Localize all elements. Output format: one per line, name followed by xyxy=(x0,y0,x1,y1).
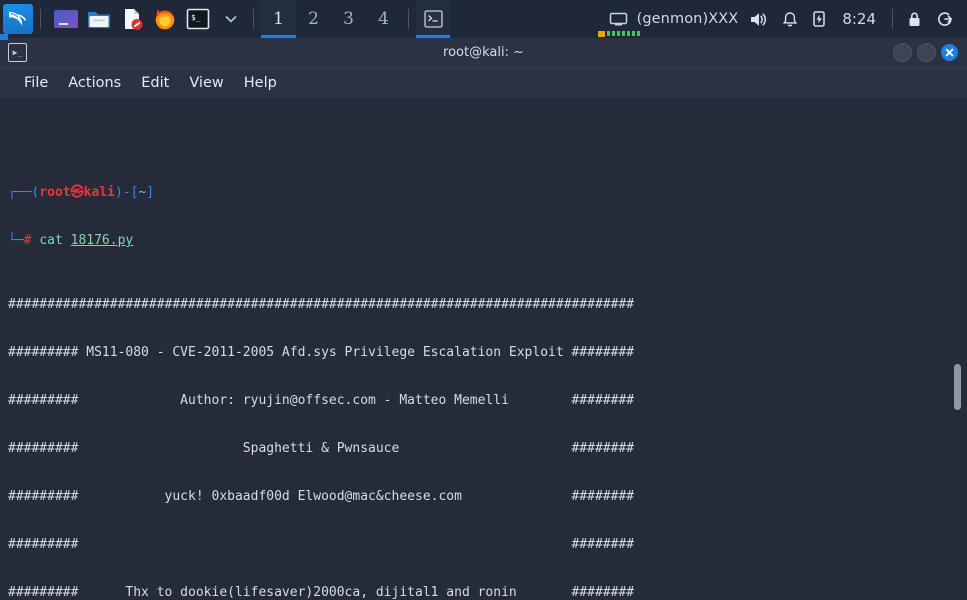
workspace-label: 2 xyxy=(308,9,319,29)
desktop-screen: $_ 1 2 3 4 (genmon)XXX 8:24 ▶_ root@kali… xyxy=(0,0,967,600)
taskbar-window-button-terminal[interactable] xyxy=(416,0,450,38)
panel-separator-2 xyxy=(253,9,254,29)
kali-menu-icon[interactable] xyxy=(3,4,33,34)
prompt-host: kali xyxy=(83,185,115,200)
window-controls xyxy=(893,43,967,62)
firefox-icon[interactable] xyxy=(150,4,180,34)
maximize-button[interactable] xyxy=(917,43,936,62)
banner-line: ######### Spaghetti & Pwnsauce ######## xyxy=(8,441,635,456)
menu-view[interactable]: View xyxy=(179,68,233,98)
menu-file[interactable]: File xyxy=(14,68,58,98)
banner-line: ########################################… xyxy=(8,297,635,312)
menu-actions[interactable]: Actions xyxy=(58,68,131,98)
terminal-emulator-icon[interactable] xyxy=(51,4,81,34)
panel-separator-3 xyxy=(408,9,409,29)
window-title: root@kali: ~ xyxy=(443,45,524,60)
clock[interactable]: 8:24 xyxy=(833,10,885,28)
panel-edge-indicator xyxy=(0,34,8,40)
panel-separator-1 xyxy=(40,9,41,29)
genmon-label[interactable]: (genmon)XXX xyxy=(635,11,743,27)
prompt-line-2: └─# cat 18176.py xyxy=(8,233,949,249)
prompt-corner: ┌── xyxy=(8,185,32,200)
terminal-text: ┌──(root㉿kali)-[~] └─# cat 18176.py ####… xyxy=(8,105,949,600)
minimize-button[interactable] xyxy=(893,43,912,62)
volume-icon[interactable] xyxy=(742,0,775,38)
banner-line: ######### MS11-080 - CVE-2011-2005 Afd.s… xyxy=(8,345,635,360)
workspace-label: 1 xyxy=(273,9,284,29)
close-icon xyxy=(945,48,954,57)
command-arg: 18176.py xyxy=(70,233,134,248)
file-manager-icon[interactable] xyxy=(84,4,114,34)
workspace-button-2[interactable]: 2 xyxy=(296,0,331,38)
prompt-corner-2: └─ xyxy=(8,233,24,248)
banner-line: ######### ######## xyxy=(8,537,635,552)
bell-icon[interactable] xyxy=(775,0,805,38)
chevron-down-icon[interactable] xyxy=(216,4,246,34)
command-name: cat xyxy=(39,233,63,248)
prompt-bracket-close: ] xyxy=(146,185,155,200)
workspace-button-3[interactable]: 3 xyxy=(331,0,366,38)
top-panel: $_ 1 2 3 4 (genmon)XXX 8:24 xyxy=(0,0,967,38)
lock-icon[interactable] xyxy=(900,0,929,38)
logout-icon[interactable] xyxy=(929,0,961,38)
banner-line: ######### yuck! 0xbaadf00d Elwood@mac&ch… xyxy=(8,489,635,504)
menu-help[interactable]: Help xyxy=(234,68,287,98)
window-titlebar[interactable]: ▶_ root@kali: ~ xyxy=(0,38,967,68)
banner-line: ######### Author: ryujin@offsec.com - Ma… xyxy=(8,393,635,408)
menu-edit[interactable]: Edit xyxy=(131,68,179,98)
terminal-scrollbar-track[interactable] xyxy=(954,99,964,600)
prompt-at-glyph: ㉿ xyxy=(70,185,84,200)
terminal-window-icon xyxy=(423,10,443,28)
prompt-line-1: ┌──(root㉿kali)-[~] xyxy=(8,185,949,201)
genmon-indicator-strip xyxy=(598,30,640,37)
panel-separator-4 xyxy=(892,9,893,29)
text-editor-icon[interactable] xyxy=(117,4,147,34)
close-button[interactable] xyxy=(941,44,958,61)
workspace-button-1[interactable]: 1 xyxy=(261,0,296,38)
workspace-label: 3 xyxy=(343,9,354,29)
prompt-space-2 xyxy=(63,233,71,248)
prompt-paren-close: )-[ xyxy=(114,185,139,200)
workspace-button-4[interactable]: 4 xyxy=(366,0,401,38)
battery-charging-icon[interactable] xyxy=(805,0,833,38)
terminal-icon[interactable]: $_ xyxy=(183,4,213,34)
terminal-icon: ▶_ xyxy=(8,43,27,62)
menu-bar: File Actions Edit View Help xyxy=(0,68,967,99)
system-tray: (genmon)XXX 8:24 xyxy=(602,0,967,38)
banner-line: ######### Thx to dookie(lifesaver)2000ca… xyxy=(8,585,635,600)
svg-text:$_: $_ xyxy=(191,13,201,22)
terminal-window: ▶_ root@kali: ~ File Actions Edit View H… xyxy=(0,38,967,600)
workspace-label: 4 xyxy=(378,9,389,29)
terminal-output-area[interactable]: ┌──(root㉿kali)-[~] └─# cat 18176.py ####… xyxy=(0,99,967,600)
terminal-scrollbar[interactable] xyxy=(954,364,961,410)
prompt-user: root xyxy=(39,185,71,200)
